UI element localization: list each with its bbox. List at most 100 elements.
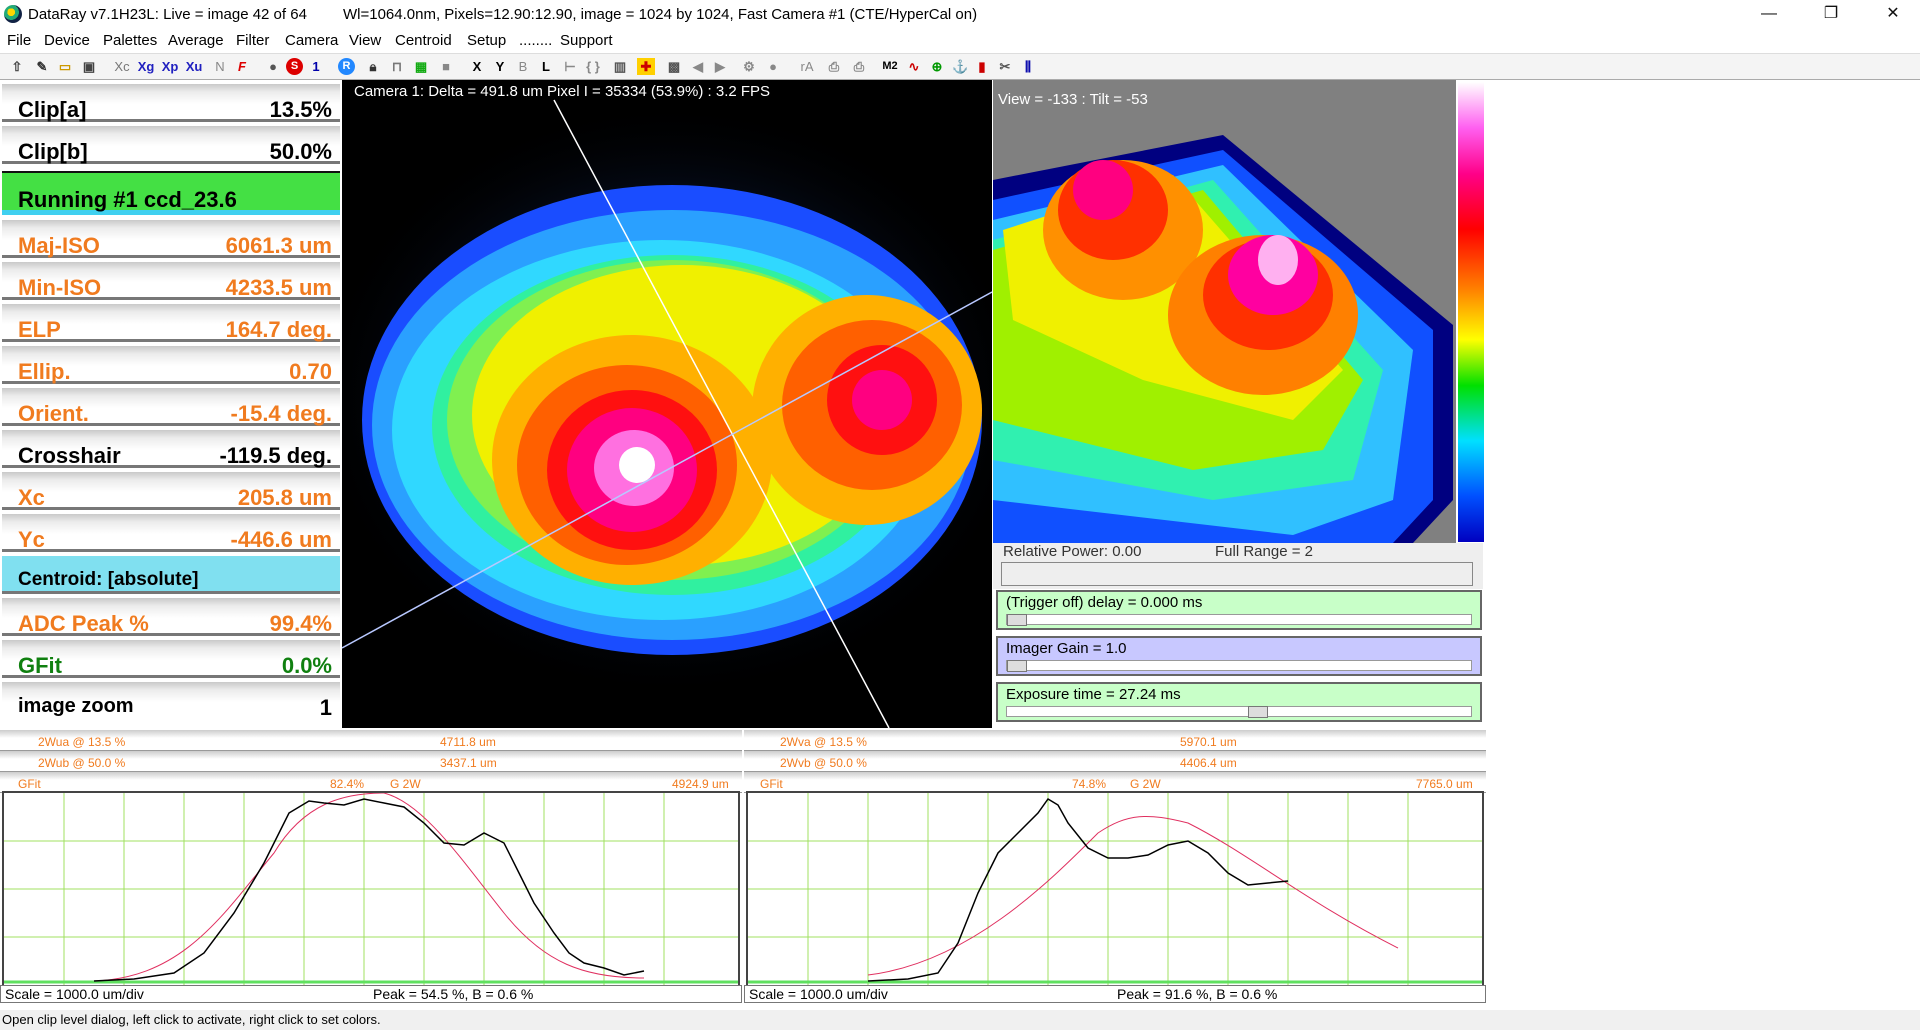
s-button[interactable]: S bbox=[286, 58, 303, 75]
wave-icon[interactable]: ∿ bbox=[905, 58, 923, 75]
exposure-time-thumb[interactable] bbox=[1247, 706, 1268, 718]
right-arrow-icon[interactable]: ▶ bbox=[712, 58, 728, 75]
anchor-icon[interactable]: ⚓ bbox=[952, 58, 968, 75]
elp-value: 164.7 deg. bbox=[225, 317, 332, 342]
trigger-delay-thumb[interactable] bbox=[1007, 614, 1027, 626]
y-button[interactable]: Y bbox=[493, 58, 507, 75]
exposure-time-slider[interactable]: Exposure time = 27.24 ms bbox=[996, 682, 1482, 722]
running-status-label: Running #1 ccd_23.6 bbox=[18, 187, 237, 212]
open-folder-icon[interactable]: ▭ bbox=[56, 58, 74, 75]
ellip-row[interactable]: Ellip. 0.70 bbox=[2, 346, 340, 384]
menu-view[interactable]: View bbox=[349, 32, 381, 49]
running-status-row[interactable]: Running #1 ccd_23.6 bbox=[2, 171, 340, 215]
up-arrow-icon[interactable]: ⇧ bbox=[8, 58, 26, 75]
menu-device[interactable]: Device bbox=[44, 32, 90, 49]
clip-b-row[interactable]: Clip[b] 50.0% bbox=[2, 126, 340, 164]
print-icon[interactable]: ⎙ bbox=[826, 58, 842, 75]
lock-icon[interactable]: 🔒︎ bbox=[365, 58, 381, 75]
gfit-label: GFit bbox=[18, 653, 62, 678]
probe-icon[interactable]: ▮ bbox=[976, 58, 988, 75]
r-button[interactable]: R bbox=[338, 58, 355, 75]
menu-camera[interactable]: Camera bbox=[285, 32, 338, 49]
bars-icon[interactable]: ⫼ bbox=[1020, 58, 1036, 75]
unlock-icon[interactable]: ⊓ bbox=[389, 58, 405, 75]
menu-average[interactable]: Average bbox=[168, 32, 224, 49]
save-icon[interactable]: ▣ bbox=[80, 58, 98, 75]
bracket-icon[interactable]: ⊢ bbox=[562, 58, 578, 75]
circle-icon[interactable]: ● bbox=[765, 58, 781, 75]
ra-button[interactable]: rA bbox=[797, 58, 817, 75]
profile-v-plot[interactable] bbox=[746, 791, 1484, 987]
record-icon[interactable]: ● bbox=[265, 58, 281, 75]
printer-icon[interactable]: ⎙ bbox=[851, 58, 867, 75]
menu-support[interactable]: Support bbox=[560, 32, 613, 49]
profile-u-gfit-value: 82.4% bbox=[330, 777, 365, 791]
trigger-delay-slider[interactable]: (Trigger off) delay = 0.000 ms bbox=[996, 590, 1482, 630]
f-button[interactable]: F bbox=[235, 58, 249, 75]
imager-gain-thumb[interactable] bbox=[1007, 660, 1027, 672]
xp-button[interactable]: Xp bbox=[159, 58, 181, 75]
l-button[interactable]: L bbox=[539, 58, 553, 75]
beam-image-view[interactable]: Camera 1: Delta = 491.8 um Pixel I = 353… bbox=[342, 80, 992, 728]
clip-a-value: 13.5% bbox=[269, 97, 332, 122]
profile-u-clip-b-label: 2Wub @ 50.0 % bbox=[38, 756, 126, 770]
x-button[interactable]: X bbox=[470, 58, 484, 75]
brace-icon[interactable]: { } bbox=[585, 58, 601, 75]
xc-row[interactable]: Xc 205.8 um bbox=[2, 472, 340, 510]
3d-beam-view[interactable]: View = -133 : Tilt = -53 bbox=[993, 80, 1456, 543]
grid-icon[interactable]: ▩ bbox=[666, 58, 682, 75]
crosshair-add-icon[interactable]: ⊕ bbox=[929, 58, 945, 75]
image-zoom-label: image zoom bbox=[18, 695, 134, 717]
one-button[interactable]: 1 bbox=[310, 58, 322, 75]
close-button[interactable]: ✕ bbox=[1870, 0, 1916, 30]
maj-iso-row[interactable]: Maj-ISO 6061.3 um bbox=[2, 220, 340, 258]
xu-button[interactable]: Xu bbox=[183, 58, 205, 75]
profile-v-gfit-header: GFit 74.8% G 2W 7765.0 um bbox=[744, 772, 1486, 793]
profile-v: 2Wva @ 13.5 % 5970.1 um 2Wvb @ 50.0 % 44… bbox=[744, 728, 1486, 1004]
status-bar: Open clip level dialog, left click to ac… bbox=[0, 1010, 1920, 1030]
adc-peak-row[interactable]: ADC Peak % 99.4% bbox=[2, 598, 340, 636]
image-zoom-row[interactable]: image zoom 1 bbox=[2, 682, 340, 720]
profile-v-clip-b-value: 4406.4 um bbox=[1180, 756, 1237, 770]
scissors-icon[interactable]: ✂ bbox=[997, 58, 1013, 75]
xc-button[interactable]: Xc bbox=[111, 58, 133, 75]
menu-dots[interactable]: ........ bbox=[519, 32, 552, 49]
menu-setup[interactable]: Setup bbox=[467, 32, 506, 49]
elp-row[interactable]: ELP 164.7 deg. bbox=[2, 304, 340, 342]
power-bar bbox=[1001, 562, 1473, 586]
min-iso-row[interactable]: Min-ISO 4233.5 um bbox=[2, 262, 340, 300]
gfit-row[interactable]: GFit 0.0% bbox=[2, 640, 340, 678]
menu-centroid[interactable]: Centroid bbox=[395, 32, 452, 49]
crosshair-row[interactable]: Crosshair -119.5 deg. bbox=[2, 430, 340, 468]
orient-row[interactable]: Orient. -15.4 deg. bbox=[2, 388, 340, 426]
exposure-time-track[interactable] bbox=[1006, 706, 1472, 718]
restore-button[interactable]: ❐ bbox=[1808, 0, 1854, 30]
minimize-button[interactable]: — bbox=[1746, 0, 1792, 30]
maj-iso-label: Maj-ISO bbox=[18, 233, 100, 258]
stop-icon[interactable]: ■ bbox=[437, 58, 455, 75]
left-arrow-icon[interactable]: ◀ bbox=[690, 58, 706, 75]
full-range-label: Full Range = 2 bbox=[1215, 543, 1313, 560]
xg-button[interactable]: Xg bbox=[135, 58, 157, 75]
scan-icon[interactable]: ⚙ bbox=[741, 58, 757, 75]
profile-u-plot[interactable] bbox=[2, 791, 740, 987]
palette-icon[interactable]: ▦ bbox=[412, 58, 430, 75]
n-button[interactable]: N bbox=[213, 58, 227, 75]
imager-gain-slider[interactable]: Imager Gain = 1.0 bbox=[996, 636, 1482, 676]
profile-v-scale: Scale = 1000.0 um/div bbox=[749, 986, 888, 1002]
ce-icon[interactable]: ✚ bbox=[637, 58, 655, 75]
orient-label: Orient. bbox=[18, 401, 89, 426]
trigger-delay-track[interactable] bbox=[1006, 614, 1472, 626]
centroid-mode-row[interactable]: Centroid: [absolute] bbox=[2, 556, 340, 594]
menu-palettes[interactable]: Palettes bbox=[103, 32, 157, 49]
yc-row[interactable]: Yc -446.6 um bbox=[2, 514, 340, 552]
menu-filter[interactable]: Filter bbox=[236, 32, 269, 49]
clip-a-row[interactable]: Clip[a] 13.5% bbox=[2, 84, 340, 122]
m2-button[interactable]: M2 bbox=[880, 58, 900, 75]
crosshair-value: -119.5 deg. bbox=[219, 443, 332, 468]
b-button[interactable]: B bbox=[516, 58, 530, 75]
menu-file[interactable]: File bbox=[7, 32, 31, 49]
pencil-icon[interactable]: ✎ bbox=[34, 58, 50, 75]
frame-icon[interactable]: ▥ bbox=[612, 58, 628, 75]
imager-gain-track[interactable] bbox=[1006, 660, 1472, 672]
